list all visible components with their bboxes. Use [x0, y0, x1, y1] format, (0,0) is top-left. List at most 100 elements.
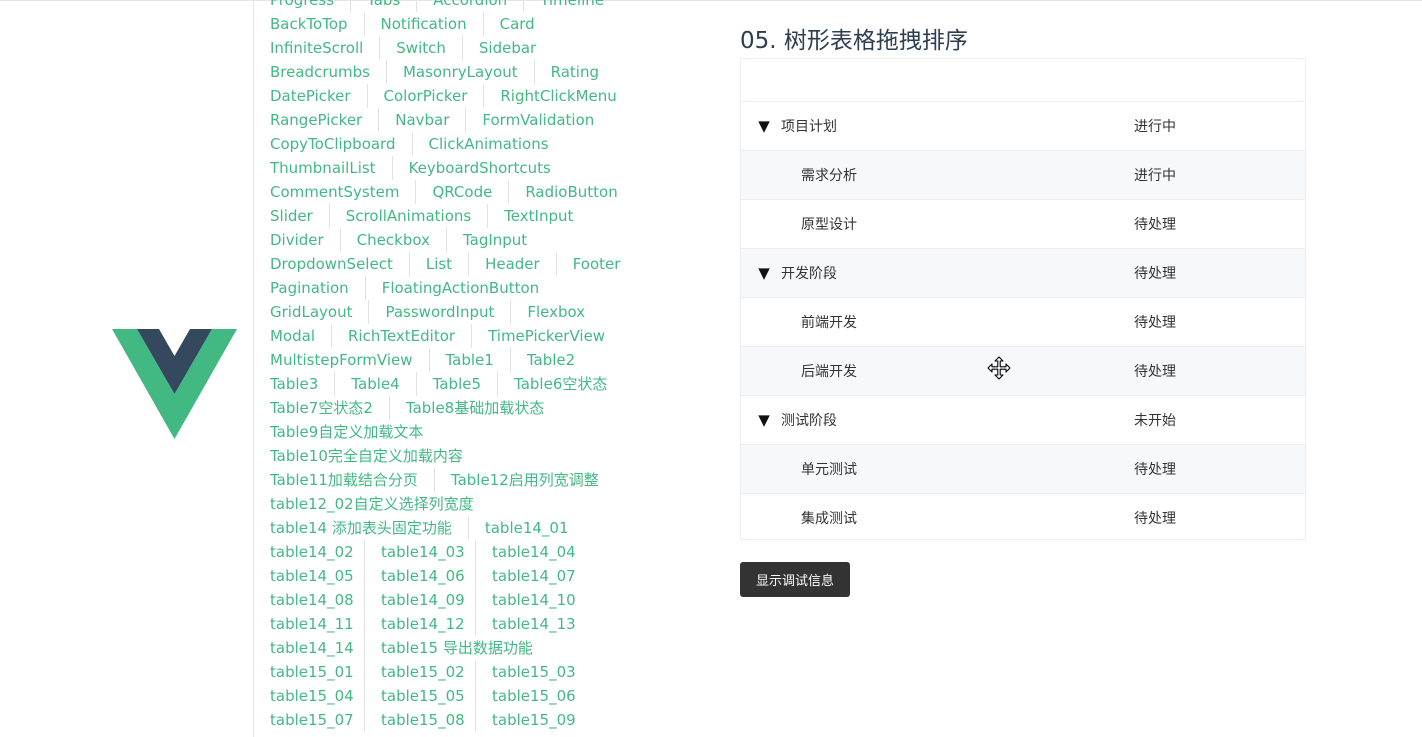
nav-link[interactable]: Card [482, 12, 551, 36]
nav-link[interactable]: Checkbox [339, 228, 446, 252]
nav-link[interactable]: ClickAnimations [411, 132, 565, 156]
nav-link[interactable]: RightClickMenu [483, 84, 632, 108]
tree-row[interactable]: 需求分析 进行中 [741, 150, 1305, 199]
nav-link[interactable]: table15_05 [364, 684, 475, 708]
nav-link[interactable]: ColorPicker [366, 84, 484, 108]
nav-link[interactable]: table15_03 [475, 660, 586, 684]
tree-row[interactable]: 原型设计 待处理 [741, 199, 1305, 248]
nav-link[interactable]: Flexbox [510, 300, 601, 324]
nav-link[interactable]: table14_06 [364, 564, 475, 588]
nav-link[interactable]: Table9自定义加载文本 [254, 420, 439, 444]
nav-link[interactable]: table15_09 [475, 708, 586, 732]
nav-link[interactable]: CopyToClipboard [254, 132, 412, 156]
tree-row[interactable]: ▼ 测试阶段 未开始 [741, 395, 1305, 444]
triangle-down-icon[interactable]: ▼ [756, 263, 772, 283]
tree-row[interactable]: 后端开发 待处理 [741, 346, 1305, 395]
nav-link[interactable]: Tabs [350, 0, 416, 12]
nav-link[interactable]: Table1 [428, 348, 510, 372]
nav-link[interactable]: InfiniteScroll [254, 36, 379, 60]
nav-link[interactable]: Table11加载结合分页 [254, 468, 434, 492]
nav-link[interactable]: Header [468, 252, 556, 276]
nav-link[interactable]: table15_06 [475, 684, 586, 708]
nav-link[interactable]: TagInput [445, 228, 543, 252]
nav-link[interactable]: Footer [555, 252, 637, 276]
nav-link[interactable]: BackToTop [254, 12, 364, 36]
tree-row[interactable]: ▼ 开发阶段 待处理 [741, 248, 1305, 297]
tree-row[interactable]: 单元测试 待处理 [741, 444, 1305, 493]
nav-link[interactable]: RichTextEditor [331, 324, 471, 348]
nav-link[interactable]: table14_08 [254, 588, 364, 612]
nav-row: Slider ScrollAnimations TextInput [254, 204, 724, 228]
nav-link[interactable]: RangePicker [254, 108, 378, 132]
nav-link[interactable]: table14_14 [254, 636, 364, 660]
nav-link[interactable]: GridLayout [254, 300, 368, 324]
nav-link[interactable]: Switch [379, 36, 462, 60]
nav-link[interactable]: table14_11 [254, 612, 364, 636]
nav-link[interactable]: Modal [254, 324, 331, 348]
nav-link[interactable]: Table8基础加载状态 [388, 396, 560, 420]
nav-link[interactable]: table14_12 [364, 612, 475, 636]
nav-link[interactable]: Breadcrumbs [254, 60, 386, 84]
nav-link[interactable]: Rating [533, 60, 615, 84]
nav-link[interactable]: Table2 [509, 348, 591, 372]
nav-link[interactable]: Navbar [378, 108, 465, 132]
nav-link[interactable]: Slider [254, 204, 329, 228]
nav-link[interactable]: FloatingActionButton [364, 276, 555, 300]
nav-link[interactable]: Progress [254, 0, 350, 12]
nav-link[interactable]: DropdownSelect [254, 252, 409, 276]
nav-link[interactable]: table15_07 [254, 708, 364, 732]
nav-link[interactable]: table12_02自定义选择列宽度 [254, 492, 490, 516]
nav-link[interactable]: Table12启用列宽调整 [433, 468, 615, 492]
nav-link[interactable]: Table6空状态 [497, 372, 623, 396]
tree-row[interactable]: 集成测试 待处理 [741, 493, 1305, 542]
nav-link[interactable]: table14_04 [475, 540, 586, 564]
nav-link[interactable]: Table10完全自定义加载内容 [254, 444, 479, 468]
nav-link[interactable]: table14_02 [254, 540, 364, 564]
nav-link[interactable]: Timeline [523, 0, 620, 12]
nav-link[interactable]: table14_01 [467, 516, 585, 540]
nav-link[interactable]: table14_09 [364, 588, 475, 612]
nav-link[interactable]: table15_04 [254, 684, 364, 708]
nav-link[interactable]: table14 添加表头固定功能 [254, 516, 468, 540]
tree-row[interactable]: ▼ 项目计划 进行中 [741, 101, 1305, 150]
nav-link[interactable]: Table5 [415, 372, 497, 396]
nav-link[interactable]: table14_13 [475, 612, 586, 636]
nav-link[interactable]: table15_08 [364, 708, 475, 732]
nav-link[interactable]: RadioButton [508, 180, 633, 204]
show-debug-info-button[interactable]: 显示调试信息 [740, 562, 850, 597]
nav-link[interactable]: DatePicker [254, 84, 367, 108]
tree-row[interactable]: 前端开发 待处理 [741, 297, 1305, 346]
triangle-down-icon[interactable]: ▼ [756, 116, 772, 136]
nav-link[interactable]: table14_03 [364, 540, 475, 564]
nav-link[interactable]: Notification [363, 12, 483, 36]
nav-row: table15_01 table15_02 table15_03 [254, 660, 724, 684]
nav-link[interactable]: PasswordInput [368, 300, 510, 324]
nav-link[interactable]: Accordion [416, 0, 523, 12]
nav-link[interactable]: MasonryLayout [385, 60, 534, 84]
nav-link[interactable]: Table3 [254, 372, 334, 396]
nav-link[interactable]: table14_07 [475, 564, 586, 588]
nav-link[interactable]: List [408, 252, 468, 276]
nav-link[interactable]: table15 导出数据功能 [364, 636, 533, 660]
tree-cell-status: 待处理 [1134, 266, 1176, 282]
nav-link[interactable]: ScrollAnimations [328, 204, 487, 228]
nav-link[interactable]: table14_05 [254, 564, 364, 588]
nav-row: table14_14 table15 导出数据功能 [254, 636, 724, 660]
nav-link[interactable]: Sidebar [461, 36, 552, 60]
nav-link[interactable]: TimePickerView [471, 324, 621, 348]
triangle-down-icon[interactable]: ▼ [756, 410, 772, 430]
nav-link[interactable]: ThumbnailList [254, 156, 392, 180]
nav-link[interactable]: Pagination [254, 276, 365, 300]
nav-link[interactable]: table15_02 [364, 660, 475, 684]
nav-link[interactable]: MultistepFormView [254, 348, 429, 372]
nav-link[interactable]: TextInput [487, 204, 589, 228]
nav-link[interactable]: QRCode [415, 180, 508, 204]
nav-link[interactable]: Table7空状态2 [254, 396, 389, 420]
nav-link[interactable]: table15_01 [254, 660, 364, 684]
nav-link[interactable]: Divider [254, 228, 340, 252]
nav-link[interactable]: table14_10 [475, 588, 586, 612]
nav-link[interactable]: KeyboardShortcuts [391, 156, 567, 180]
nav-link[interactable]: FormValidation [465, 108, 610, 132]
nav-link[interactable]: CommentSystem [254, 180, 415, 204]
nav-link[interactable]: Table4 [334, 372, 415, 396]
